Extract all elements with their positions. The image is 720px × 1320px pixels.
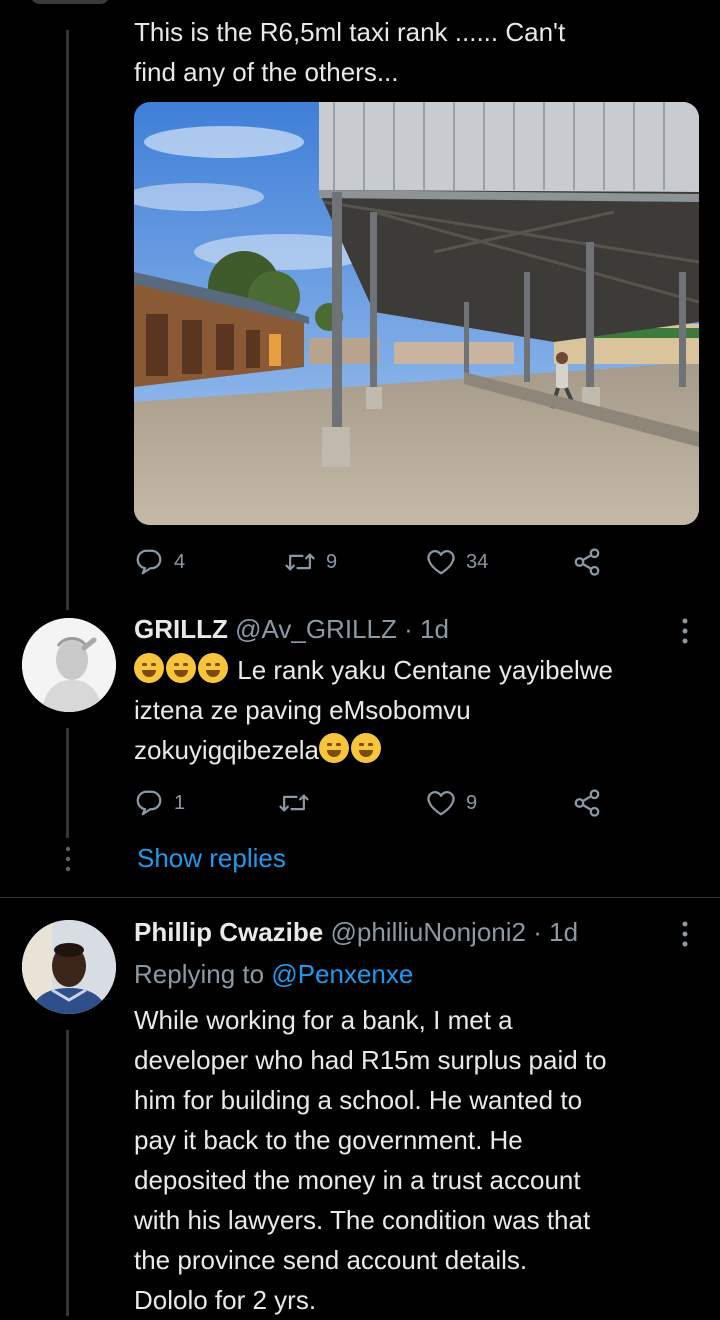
thread-dots-icon: [64, 846, 72, 877]
tweet-text: This is the R6,5ml taxi rank ...... Can'…: [134, 12, 704, 92]
tweet-text-line: This is the R6,5ml taxi rank ...... Can'…: [134, 17, 566, 47]
share-button[interactable]: [572, 547, 602, 577]
divider: [0, 897, 720, 898]
tweet-text: While working for a bank, I met a develo…: [134, 1000, 709, 1320]
share-icon: [574, 548, 600, 576]
tweet-header: GRILLZ @Av_GRILLZ · 1d: [134, 612, 449, 646]
reply-count: 1: [174, 791, 186, 814]
tweet-photo[interactable]: [134, 102, 699, 525]
thread-line: [66, 30, 69, 610]
avatar[interactable]: [22, 618, 116, 712]
thread-line: [66, 1030, 69, 1316]
reply-button[interactable]: 4: [134, 547, 185, 577]
tweet-actions: 1 9: [134, 786, 614, 820]
tweet-text-line: Le rank yaku Centane yayibelwe: [134, 650, 704, 690]
replying-to-handle[interactable]: @Penxenxe: [271, 959, 413, 989]
heart-icon: [427, 550, 455, 575]
retweet-icon: [285, 553, 315, 571]
share-icon: [574, 789, 600, 817]
tweet-text-segment: zokuyigqibezela: [134, 735, 320, 765]
timestamp[interactable]: 1d: [549, 917, 578, 947]
display-name[interactable]: GRILLZ: [134, 614, 228, 644]
tweet-text-segment: Le rank yaku Centane yayibelwe: [237, 655, 614, 685]
avatar[interactable]: [22, 920, 116, 1014]
retweet-button[interactable]: [278, 788, 320, 818]
retweet-icon: [279, 794, 309, 812]
handle[interactable]: @Av_GRILLZ: [235, 614, 397, 644]
show-replies-link[interactable]: Show replies: [137, 840, 286, 876]
timestamp[interactable]: 1d: [420, 614, 449, 644]
tweet-header: Phillip Cwazibe @philliuNonjoni2 · 1d: [134, 915, 578, 949]
tweet-text-line: pay it back to the government. He: [134, 1125, 523, 1155]
rolling-laughing-emoji-icon: [198, 653, 228, 683]
display-name[interactable]: Phillip Cwazibe: [134, 917, 323, 947]
tweet-actions: 4 9 34: [134, 545, 614, 579]
reply-count: 4: [174, 550, 186, 573]
tweet-text: Le rank yaku Centane yayibelwe iztena ze…: [134, 650, 704, 770]
tweet-text-line: While working for a bank, I met a: [134, 1005, 513, 1035]
separator-dot: ·: [533, 917, 542, 947]
like-count: 9: [466, 791, 478, 814]
retweet-count: 9: [326, 550, 338, 573]
tweet-text-line: with his lawyers. The condition was that: [134, 1205, 591, 1235]
reply-icon: [136, 549, 162, 575]
handle[interactable]: @philliuNonjoni2: [330, 917, 526, 947]
like-button[interactable]: 9: [426, 789, 477, 817]
replying-to: Replying to @Penxenxe: [134, 956, 413, 992]
like-count: 34: [466, 550, 489, 573]
tweet-text-line: Dololo for 2 yrs.: [134, 1285, 317, 1315]
hand-over-mouth-emoji-icon: [351, 733, 382, 763]
avatar-image: [22, 920, 116, 1014]
taxi-rank-photo: [134, 102, 699, 525]
more-vertical-icon[interactable]: [680, 618, 690, 644]
hand-over-mouth-emoji-icon: [319, 733, 350, 763]
replying-to-label: Replying to: [134, 959, 265, 989]
previous-avatar-remnant: [30, 0, 110, 4]
rolling-laughing-emoji-icon: [166, 653, 196, 683]
reply-button[interactable]: 1: [134, 788, 185, 818]
tweet-text-line: him for building a school. He wanted to: [134, 1085, 583, 1115]
like-button[interactable]: 34: [426, 548, 488, 576]
thread-line: [66, 728, 69, 838]
tweet-text-line: iztena ze paving eMsobomvu: [134, 695, 471, 725]
reply-icon: [136, 790, 162, 816]
tweet-text-line: find any of the others...: [134, 57, 399, 87]
tweet-text-line: the province send account details.: [134, 1245, 528, 1275]
tweet-text-line: zokuyigqibezela: [134, 730, 704, 770]
more-vertical-icon[interactable]: [680, 921, 690, 947]
heart-icon: [427, 791, 455, 816]
share-button[interactable]: [572, 788, 602, 818]
separator-dot: ·: [404, 614, 413, 644]
tweet-text-line: developer who had R15m surplus paid to: [134, 1045, 607, 1075]
avatar-image: [22, 618, 116, 712]
laughing-emoji-icon: [134, 653, 164, 683]
tweet-text-line: deposited the money in a trust account: [134, 1165, 581, 1195]
retweet-button[interactable]: 9: [284, 547, 337, 577]
